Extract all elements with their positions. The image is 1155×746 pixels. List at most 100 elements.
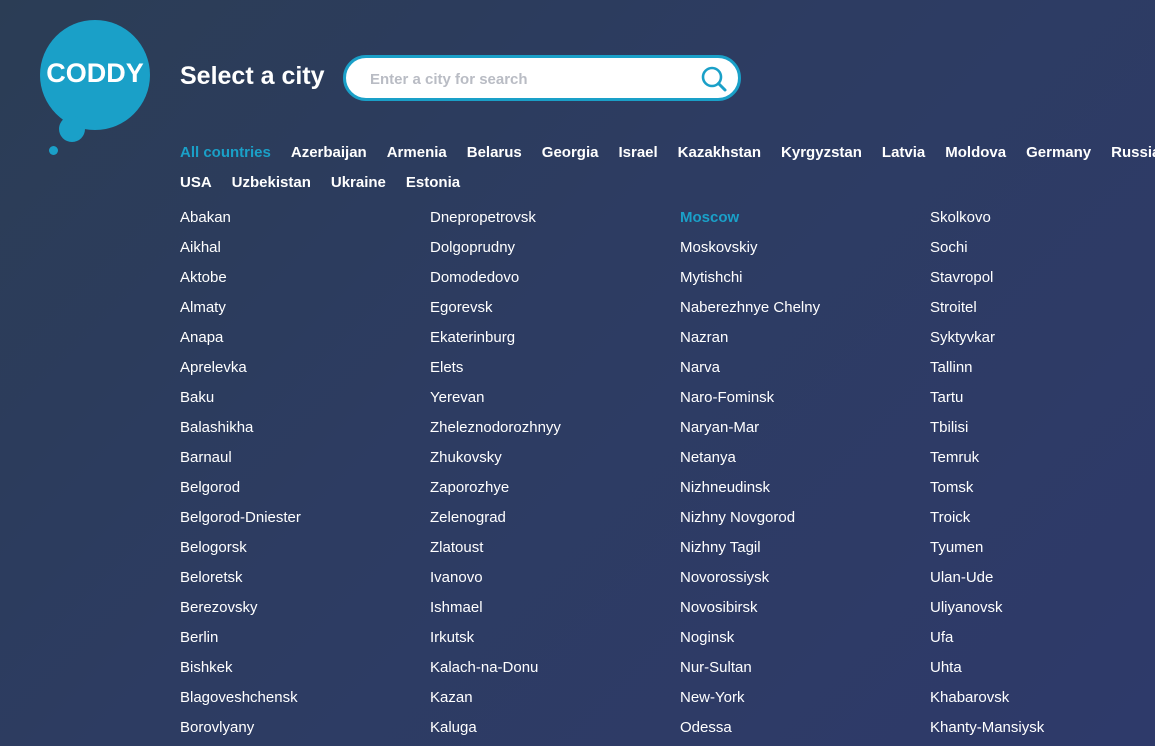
city-link-bishkek[interactable]: Bishkek (180, 653, 430, 683)
city-link-uliyanovsk[interactable]: Uliyanovsk (930, 593, 1155, 623)
country-filter-armenia[interactable]: Armenia (387, 144, 447, 161)
country-filter-estonia[interactable]: Estonia (406, 174, 460, 191)
city-link-anapa[interactable]: Anapa (180, 323, 430, 353)
city-link-dolgoprudny[interactable]: Dolgoprudny (430, 233, 680, 263)
city-column: Dnepropetrovsk Dolgoprudny Domodedovo Egore… (430, 203, 680, 743)
city-link-egorevsk[interactable]: Egorevsk (430, 293, 680, 323)
country-filter-all-countries[interactable]: All countries (180, 144, 271, 161)
city-link-naryan-mar[interactable]: Naryan-Mar (680, 413, 930, 443)
city-link-stavropol[interactable]: Stavropol (930, 263, 1155, 293)
country-filter-israel[interactable]: Israel (618, 144, 657, 161)
city-link-nizhneudinsk[interactable]: Nizhneudinsk (680, 473, 930, 503)
city-link-nizhny-tagil[interactable]: Nizhny Tagil (680, 533, 930, 563)
city-link-nazran[interactable]: Nazran (680, 323, 930, 353)
city-link-zhukovsky[interactable]: Zhukovsky (430, 443, 680, 473)
city-link-berlin[interactable]: Berlin (180, 623, 430, 653)
city-link-moscow[interactable]: Moscow (680, 203, 930, 233)
city-link-borovlyany[interactable]: Borovlyany (180, 713, 430, 743)
country-filter-moldova[interactable]: Moldova (945, 144, 1006, 161)
city-link-irkutsk[interactable]: Irkutsk (430, 623, 680, 653)
city-link-domodedovo[interactable]: Domodedovo (430, 263, 680, 293)
country-filter-azerbaijan[interactable]: Azerbaijan (291, 144, 367, 161)
city-link-tartu[interactable]: Tartu (930, 383, 1155, 413)
city-link-ulan-ude[interactable]: Ulan-Ude (930, 563, 1155, 593)
country-filter-uzbekistan[interactable]: Uzbekistan (232, 174, 311, 191)
search-box (343, 55, 741, 101)
city-link-stroitel[interactable]: Stroitel (930, 293, 1155, 323)
city-link-elets[interactable]: Elets (430, 353, 680, 383)
city-link-balashikha[interactable]: Balashikha (180, 413, 430, 443)
search-icon[interactable] (700, 65, 728, 93)
country-filter-kazakhstan[interactable]: Kazakhstan (678, 144, 761, 161)
city-link-zlatoust[interactable]: Zlatoust (430, 533, 680, 563)
city-link-netanya[interactable]: Netanya (680, 443, 930, 473)
city-link-odessa[interactable]: Odessa (680, 713, 930, 743)
city-link-abakan[interactable]: Abakan (180, 203, 430, 233)
city-link-moskovskiy[interactable]: Moskovskiy (680, 233, 930, 263)
city-link-temruk[interactable]: Temruk (930, 443, 1155, 473)
city-link-novosibirsk[interactable]: Novosibirsk (680, 593, 930, 623)
city-link-naro-fominsk[interactable]: Naro-Fominsk (680, 383, 930, 413)
city-link-dnepropetrovsk[interactable]: Dnepropetrovsk (430, 203, 680, 233)
city-link-tomsk[interactable]: Tomsk (930, 473, 1155, 503)
city-link-ekaterinburg[interactable]: Ekaterinburg (430, 323, 680, 353)
country-filter-usa[interactable]: USA (180, 174, 212, 191)
country-filter-russia[interactable]: Russia (1111, 144, 1155, 161)
city-link-narva[interactable]: Narva (680, 353, 930, 383)
country-filter-germany[interactable]: Germany (1026, 144, 1091, 161)
city-link-belgorod-dniester[interactable]: Belgorod-Dniester (180, 503, 430, 533)
city-link-yerevan[interactable]: Yerevan (430, 383, 680, 413)
city-link-beloretsk[interactable]: Beloretsk (180, 563, 430, 593)
city-link-new-york[interactable]: New-York (680, 683, 930, 713)
city-link-sochi[interactable]: Sochi (930, 233, 1155, 263)
city-link-novorossiysk[interactable]: Novorossiysk (680, 563, 930, 593)
country-filter-kyrgyzstan[interactable]: Kyrgyzstan (781, 144, 862, 161)
city-link-kazan[interactable]: Kazan (430, 683, 680, 713)
city-link-skolkovo[interactable]: Skolkovo (930, 203, 1155, 233)
country-filter-belarus[interactable]: Belarus (467, 144, 522, 161)
country-filter-latvia[interactable]: Latvia (882, 144, 925, 161)
city-list: Abakan Aikhal Aktobe Almaty Anapa Aprelevka Ba… (180, 203, 1155, 743)
city-link-mytishchi[interactable]: Mytishchi (680, 263, 930, 293)
city-link-ivanovo[interactable]: Ivanovo (430, 563, 680, 593)
country-filter-georgia[interactable]: Georgia (542, 144, 599, 161)
search-input[interactable] (368, 66, 692, 92)
city-link-zaporozhye[interactable]: Zaporozhye (430, 473, 680, 503)
city-link-aikhal[interactable]: Aikhal (180, 233, 430, 263)
city-link-syktyvkar[interactable]: Syktyvkar (930, 323, 1155, 353)
city-link-baku[interactable]: Baku (180, 383, 430, 413)
city-column: Moscow Moskovskiy Mytishchi Naberezhnye Che… (680, 203, 930, 743)
city-link-berezovsky[interactable]: Berezovsky (180, 593, 430, 623)
city-link-tallinn[interactable]: Tallinn (930, 353, 1155, 383)
city-link-uhta[interactable]: Uhta (930, 653, 1155, 683)
country-row: USA Uzbekistan Ukraine Estonia (180, 167, 1155, 197)
city-link-barnaul[interactable]: Barnaul (180, 443, 430, 473)
city-link-noginsk[interactable]: Noginsk (680, 623, 930, 653)
city-link-ishmael[interactable]: Ishmael (430, 593, 680, 623)
logo-bubble-small (49, 146, 58, 155)
city-link-kalach-na-donu[interactable]: Kalach-na-Donu (430, 653, 680, 683)
city-link-belogorsk[interactable]: Belogorsk (180, 533, 430, 563)
city-link-blagoveshchensk[interactable]: Blagoveshchensk (180, 683, 430, 713)
country-row: All countries Azerbaijan Armenia Belarus Geo… (180, 137, 1155, 167)
city-link-tbilisi[interactable]: Tbilisi (930, 413, 1155, 443)
city-link-aktobe[interactable]: Aktobe (180, 263, 430, 293)
city-link-nizhny-novgorod[interactable]: Nizhny Novgorod (680, 503, 930, 533)
city-link-tyumen[interactable]: Tyumen (930, 533, 1155, 563)
logo-bubble (59, 116, 85, 142)
page-title: Select a city (180, 62, 325, 90)
city-link-khanty-mansiysk[interactable]: Khanty-Mansiysk (930, 713, 1155, 743)
city-link-khabarovsk[interactable]: Khabarovsk (930, 683, 1155, 713)
city-link-naberezhnye-chelny[interactable]: Naberezhnye Chelny (680, 293, 930, 323)
city-link-nur-sultan[interactable]: Nur-Sultan (680, 653, 930, 683)
city-link-troick[interactable]: Troick (930, 503, 1155, 533)
city-link-kaluga[interactable]: Kaluga (430, 713, 680, 743)
city-column: Skolkovo Sochi Stavropol Stroitel Syktyvkar T… (930, 203, 1155, 743)
city-link-almaty[interactable]: Almaty (180, 293, 430, 323)
city-link-aprelevka[interactable]: Aprelevka (180, 353, 430, 383)
city-link-belgorod[interactable]: Belgorod (180, 473, 430, 503)
country-filter-ukraine[interactable]: Ukraine (331, 174, 386, 191)
city-link-ufa[interactable]: Ufa (930, 623, 1155, 653)
city-link-zelenograd[interactable]: Zelenograd (430, 503, 680, 533)
city-link-zheleznodorozhnyy[interactable]: Zheleznodorozhnyy (430, 413, 680, 443)
